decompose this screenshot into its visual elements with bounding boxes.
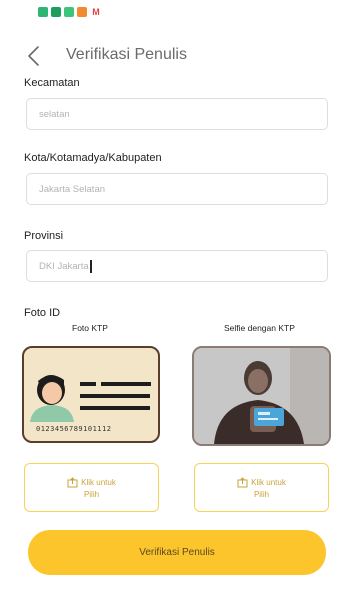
selfie-illustration	[192, 346, 331, 446]
kecamatan-label: Kecamatan	[24, 77, 80, 89]
upload-ktp-button[interactable]: Klik untuk Pilih	[24, 463, 159, 512]
upload-selfie-line: Klik untuk	[237, 476, 286, 488]
foto-id-label: Foto ID	[24, 307, 61, 319]
upload-icon	[237, 476, 248, 487]
screen: M Verifikasi Penulis Kecamatan selatan K…	[0, 0, 343, 609]
kota-placeholder: Jakarta Selatan	[39, 183, 106, 195]
gmail-icon: M	[92, 7, 100, 17]
provinsi-value: DKI Jakarta	[39, 260, 89, 272]
verifikasi-penulis-button[interactable]: Verifikasi Penulis	[28, 530, 326, 575]
upload-ktp-sublabel: Pilih	[83, 489, 100, 499]
ktp-number: 0123456789101112	[36, 425, 112, 433]
status-bar: M	[0, 0, 343, 24]
app-header: Verifikasi Penulis	[0, 38, 343, 74]
notification-app-icon	[64, 7, 74, 17]
back-arrow-icon[interactable]	[24, 44, 46, 68]
upload-ktp-line: Klik untuk	[67, 476, 116, 488]
text-cursor	[89, 259, 92, 273]
upload-selfie-button[interactable]: Klik untuk Pilih	[194, 463, 329, 512]
ktp-caption: Foto KTP	[72, 323, 108, 333]
kota-label: Kota/Kotamadya/Kabupaten	[24, 152, 162, 164]
notification-app-icon	[51, 7, 61, 17]
kecamatan-value: selatan	[39, 108, 70, 120]
provinsi-input[interactable]: DKI Jakarta	[26, 250, 328, 282]
notification-app-icon	[77, 7, 87, 17]
upload-selfie-label: Klik untuk	[251, 477, 286, 487]
page-title: Verifikasi Penulis	[66, 46, 187, 63]
provinsi-label: Provinsi	[24, 230, 64, 242]
kota-input[interactable]: Jakarta Selatan	[26, 173, 328, 205]
upload-icon	[67, 476, 78, 487]
upload-selfie-sublabel: Pilih	[253, 489, 270, 499]
notification-app-icon	[38, 7, 48, 17]
selfie-caption: Selfie dengan KTP	[224, 323, 295, 333]
ktp-illustration: 0123456789101112	[22, 346, 160, 443]
selfie-photo-icon	[194, 348, 329, 444]
kecamatan-input[interactable]: selatan	[26, 98, 328, 130]
upload-ktp-label: Klik untuk	[81, 477, 116, 487]
